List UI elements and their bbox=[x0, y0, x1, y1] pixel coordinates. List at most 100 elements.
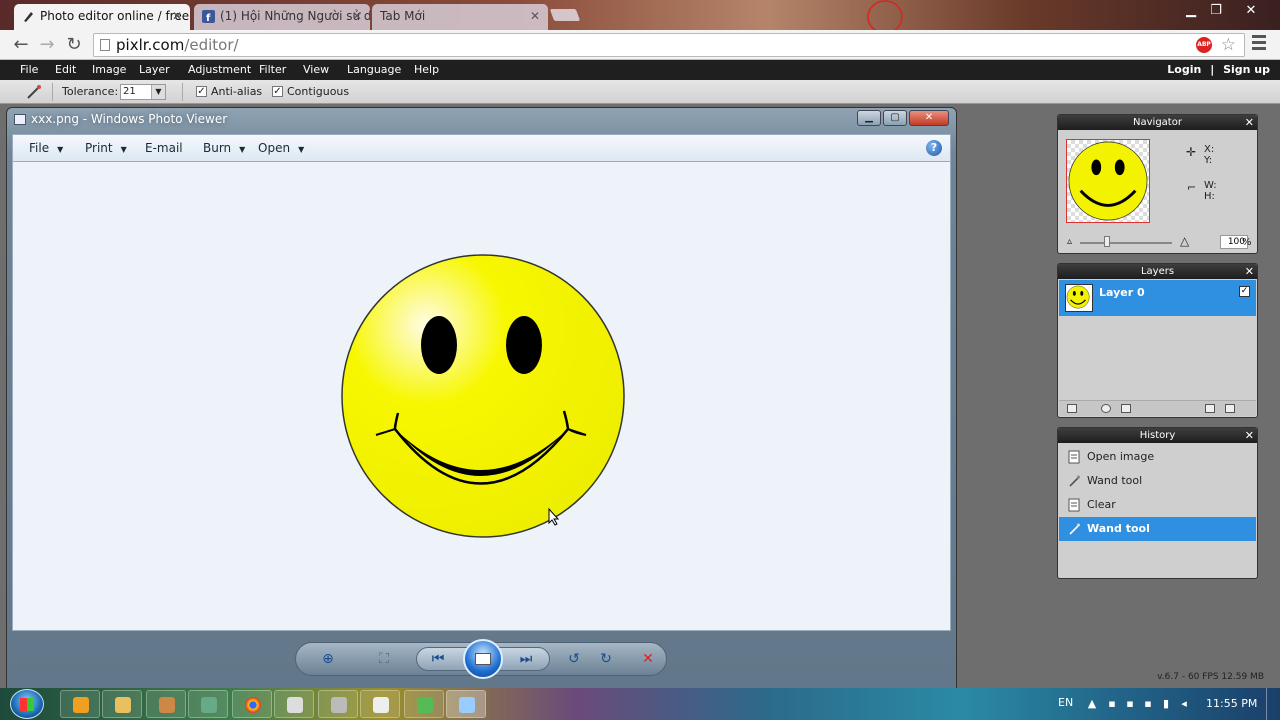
photo-viewer-window: xxx.png - Windows Photo Viewer ▁ ▢ ✕ Fil… bbox=[6, 107, 957, 689]
taskbar-chrome[interactable] bbox=[232, 690, 272, 718]
zoom-in-icon[interactable]: △ bbox=[1180, 235, 1189, 247]
layer-settings-icon[interactable] bbox=[1067, 404, 1077, 413]
panel-close-icon[interactable]: ✕ bbox=[1245, 115, 1254, 130]
previous-icon[interactable]: ⏮ bbox=[426, 648, 450, 670]
menu-view[interactable]: View bbox=[303, 60, 329, 80]
tool-options-bar: Tolerance: 21 ▼ ✓ Anti-alias ✓ Contiguou… bbox=[0, 80, 1280, 104]
login-link[interactable]: Login bbox=[1167, 63, 1201, 76]
tab-new[interactable]: Tab Mới ✕ bbox=[372, 4, 548, 30]
pv-minimize-button[interactable]: ▁ bbox=[857, 110, 881, 126]
pv-menu-burn[interactable]: Burn ▼ bbox=[203, 135, 245, 163]
tolerance-input[interactable]: 21 ▼ bbox=[120, 84, 166, 100]
menu-file[interactable]: File bbox=[20, 60, 38, 80]
signup-link[interactable]: Sign up bbox=[1223, 63, 1270, 76]
tolerance-value: 21 bbox=[123, 86, 136, 97]
forward-button[interactable]: → bbox=[36, 34, 58, 56]
menu-help[interactable]: Help bbox=[414, 60, 439, 80]
show-desktop-button[interactable] bbox=[1266, 688, 1280, 720]
history-item-selected[interactable]: Wand tool bbox=[1059, 517, 1256, 541]
photo-view-area[interactable] bbox=[12, 162, 951, 631]
zoom-out-icon[interactable]: ▵ bbox=[1067, 237, 1072, 247]
taskbar-app-6[interactable] bbox=[274, 690, 314, 718]
zoom-icon[interactable]: ⊕ bbox=[316, 648, 340, 670]
tab-facebook[interactable]: f (1) Hội Những Người sử d ✕ bbox=[194, 4, 370, 30]
taskbar-photo-viewer[interactable] bbox=[446, 690, 486, 718]
actual-size-icon[interactable]: ⛶ bbox=[372, 648, 396, 670]
contiguous-checkbox[interactable]: ✓ bbox=[272, 86, 283, 97]
window-restore-button[interactable]: ❐ bbox=[1203, 2, 1229, 20]
history-item[interactable]: Clear bbox=[1059, 493, 1256, 517]
chrome-menu-icon[interactable] bbox=[1252, 35, 1266, 53]
slideshow-button[interactable] bbox=[463, 639, 503, 679]
tray-app-icon[interactable]: ▪ bbox=[1124, 698, 1136, 710]
taskbar-app-8[interactable] bbox=[360, 690, 400, 718]
taskbar-media-player[interactable] bbox=[60, 690, 100, 718]
history-item[interactable]: Wand tool bbox=[1059, 469, 1256, 493]
slideshow-icon bbox=[475, 653, 491, 665]
chevron-down-icon[interactable]: ▼ bbox=[151, 85, 165, 99]
tab-close-icon[interactable]: ✕ bbox=[352, 4, 362, 28]
history-item-label: Clear bbox=[1087, 498, 1116, 511]
rotate-right-icon[interactable]: ↻ bbox=[594, 648, 618, 670]
tab-close-icon[interactable]: ✕ bbox=[530, 4, 540, 28]
new-layer-icon[interactable] bbox=[1205, 404, 1215, 413]
dropdown-arrow-icon: ▼ bbox=[57, 145, 64, 154]
show-hidden-icons-icon[interactable]: ▲ bbox=[1086, 698, 1098, 710]
back-button[interactable]: ← bbox=[10, 34, 32, 56]
mouse-pointer-icon bbox=[548, 508, 560, 526]
menu-image[interactable]: Image bbox=[92, 60, 126, 80]
menu-filter[interactable]: Filter bbox=[259, 60, 286, 80]
anti-alias-checkbox[interactable]: ✓ bbox=[196, 86, 207, 97]
taskbar-app-7[interactable] bbox=[318, 690, 358, 718]
taskbar-app-4[interactable] bbox=[188, 690, 228, 718]
zoom-slider-track[interactable] bbox=[1080, 242, 1172, 244]
new-tab-button[interactable] bbox=[549, 9, 581, 21]
url-input[interactable]: pixlr.com/editor/ ABP ☆ bbox=[93, 33, 1245, 57]
pv-menu-open[interactable]: Open ▼ bbox=[258, 135, 304, 163]
menu-language[interactable]: Language bbox=[347, 60, 401, 80]
history-item[interactable]: Open image bbox=[1059, 445, 1256, 469]
rotate-left-icon[interactable]: ↺ bbox=[562, 648, 586, 670]
panel-close-icon[interactable]: ✕ bbox=[1245, 264, 1254, 279]
window-minimize-button[interactable]: ▁ bbox=[1178, 2, 1204, 20]
layer-row[interactable]: Layer 0 ✓ bbox=[1059, 280, 1256, 316]
help-icon[interactable]: ? bbox=[926, 140, 942, 156]
menu-edit[interactable]: Edit bbox=[55, 60, 76, 80]
adblock-icon[interactable]: ABP bbox=[1196, 37, 1212, 53]
language-indicator[interactable]: EN bbox=[1058, 696, 1073, 709]
pv-maximize-button[interactable]: ▢ bbox=[883, 110, 907, 126]
start-button[interactable] bbox=[10, 689, 44, 719]
volume-icon[interactable]: ◂ bbox=[1178, 698, 1190, 710]
app-icon bbox=[287, 697, 303, 713]
media-player-icon bbox=[73, 697, 89, 713]
navigator-thumbnail[interactable] bbox=[1066, 139, 1150, 223]
menu-layer[interactable]: Layer bbox=[139, 60, 170, 80]
zoom-slider-handle[interactable] bbox=[1104, 236, 1110, 247]
taskbar-app-9[interactable] bbox=[404, 690, 444, 718]
tab-close-icon[interactable]: ✕ bbox=[172, 4, 182, 28]
bookmark-star-icon[interactable]: ☆ bbox=[1221, 34, 1236, 56]
pv-menu-print[interactable]: Print ▼ bbox=[85, 135, 127, 163]
clock[interactable]: 11:55 PM bbox=[1206, 697, 1257, 710]
tray-app-icon[interactable]: ▪ bbox=[1142, 698, 1154, 710]
menu-adjustment[interactable]: Adjustment bbox=[188, 60, 251, 80]
taskbar-explorer[interactable] bbox=[102, 690, 142, 718]
pv-close-button[interactable]: ✕ bbox=[909, 110, 949, 126]
pv-menu-email[interactable]: E-mail bbox=[145, 135, 183, 161]
layer-visibility-checkbox[interactable]: ✓ bbox=[1239, 286, 1250, 297]
account-links: Login | Sign up bbox=[1167, 60, 1270, 80]
pv-menu-burn-label: Burn bbox=[203, 141, 232, 155]
trash-icon[interactable] bbox=[1225, 404, 1235, 413]
tray-app-icon[interactable]: ▪ bbox=[1106, 698, 1118, 710]
pv-menu-file[interactable]: File ▼ bbox=[29, 135, 63, 163]
window-close-button[interactable]: ✕ bbox=[1236, 2, 1266, 20]
reload-button[interactable]: ↻ bbox=[63, 34, 85, 56]
taskbar-app-3[interactable] bbox=[146, 690, 186, 718]
layer-mask-icon[interactable] bbox=[1101, 404, 1111, 413]
delete-icon[interactable]: ✕ bbox=[636, 648, 660, 670]
tab-photo-editor[interactable]: Photo editor online / free ✕ bbox=[14, 4, 190, 30]
next-icon[interactable]: ⏭ bbox=[514, 648, 538, 670]
layer-style-icon[interactable] bbox=[1121, 404, 1131, 413]
network-icon[interactable]: ▮ bbox=[1160, 698, 1172, 710]
panel-close-icon[interactable]: ✕ bbox=[1245, 428, 1254, 443]
